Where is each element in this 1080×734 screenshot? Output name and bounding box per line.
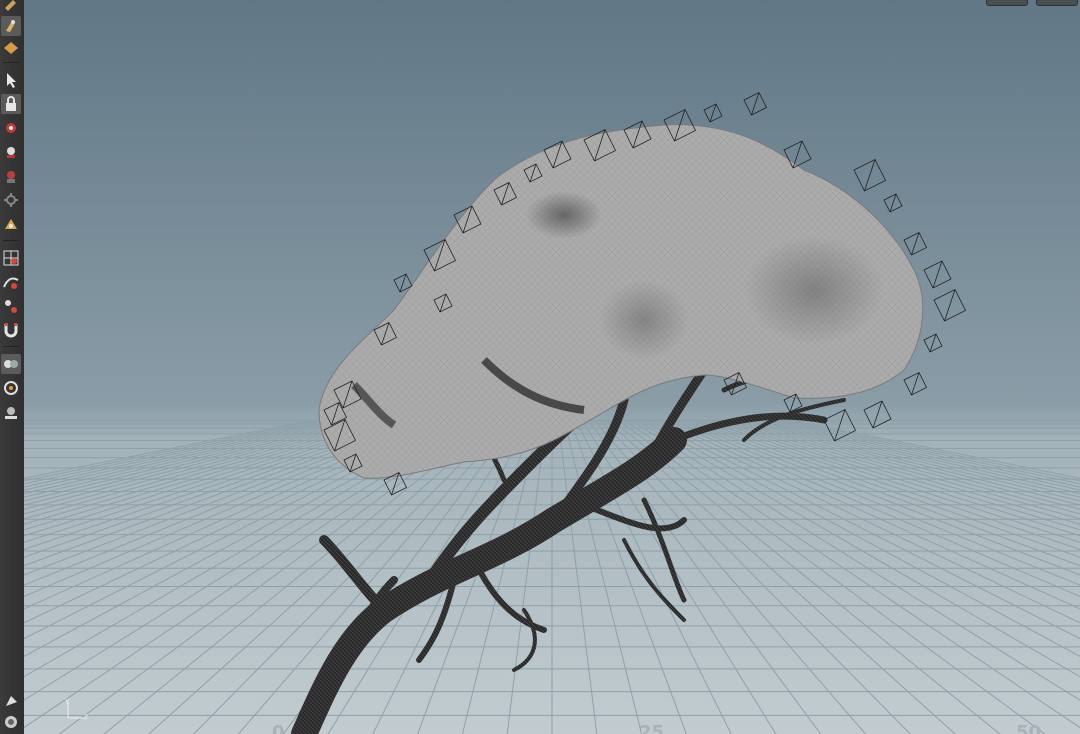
grid-label-25: 25 bbox=[639, 722, 664, 734]
paint-tool-icon[interactable] bbox=[1, 0, 21, 14]
lock-icon[interactable] bbox=[1, 94, 21, 114]
axis-y-label: y bbox=[65, 696, 70, 705]
sculpt-tool-icon[interactable] bbox=[1, 38, 21, 58]
magnet-icon[interactable] bbox=[1, 320, 21, 340]
view-menu-button[interactable] bbox=[986, 0, 1028, 6]
flag-icon[interactable] bbox=[1, 690, 21, 710]
camera-icon[interactable] bbox=[1, 378, 21, 398]
axis-gizmo: y z bbox=[62, 696, 90, 724]
scene-render: 0 25 50 bbox=[24, 0, 1080, 734]
capture-icon[interactable] bbox=[1, 166, 21, 186]
persp-icon[interactable] bbox=[1, 712, 21, 732]
view-icon[interactable] bbox=[1, 214, 21, 234]
display-menu-button[interactable] bbox=[1036, 0, 1078, 6]
grid-label-0: 0 bbox=[272, 722, 285, 734]
select-arrow-icon[interactable] bbox=[1, 70, 21, 90]
snap-grid-icon[interactable] bbox=[1, 248, 21, 268]
pose-icon[interactable] bbox=[1, 142, 21, 162]
brush-tool-icon[interactable] bbox=[1, 16, 21, 36]
axis-z-label: z bbox=[84, 712, 89, 721]
display-options-icon[interactable] bbox=[1, 354, 21, 374]
scene-viewport[interactable]: 0 25 50 y z bbox=[24, 0, 1080, 734]
handle-icon[interactable] bbox=[1, 118, 21, 138]
gear-icon[interactable] bbox=[1, 190, 21, 210]
snap-point-icon[interactable] bbox=[1, 296, 21, 316]
grid-label-50: 50 bbox=[1016, 722, 1041, 734]
shelf-toolbar bbox=[0, 0, 25, 734]
light-icon[interactable] bbox=[1, 402, 21, 422]
snap-curve-icon[interactable] bbox=[1, 272, 21, 292]
